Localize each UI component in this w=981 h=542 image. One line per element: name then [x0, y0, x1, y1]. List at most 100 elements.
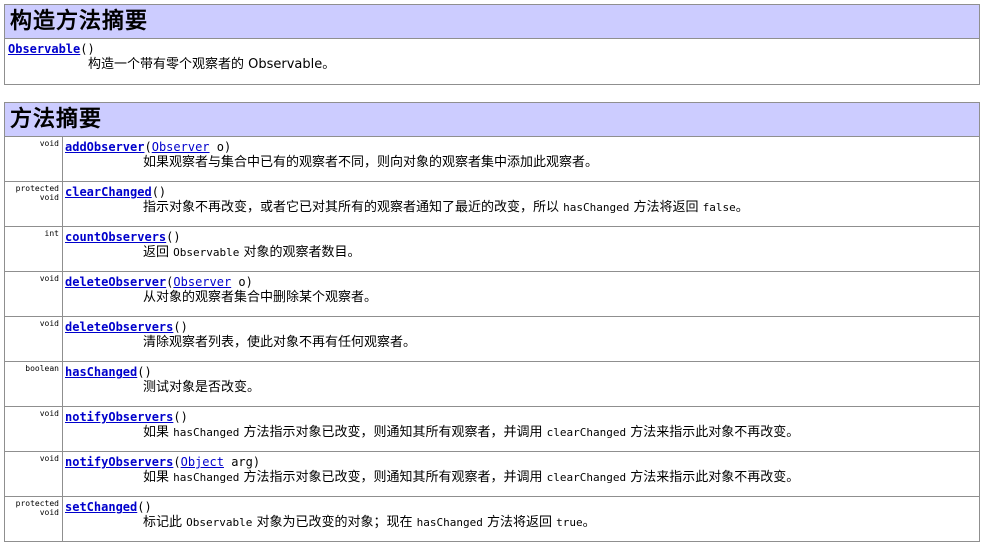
method-description: 测试对象是否改变。: [65, 379, 979, 397]
code-text: false: [702, 201, 736, 214]
modifier-line: int: [44, 229, 59, 238]
method-row: protected void clearChanged() 指示对象不再改变，或者它已…: [4, 181, 980, 227]
method-link-notifyObservers[interactable]: notifyObservers: [65, 410, 173, 424]
method-row: protected void setChanged() 标记此 Observable …: [4, 496, 980, 542]
method-detail: deleteObservers() 清除观察者列表，使此对象不再有任何观察者。: [62, 316, 980, 362]
method-summary-heading: 方法摘要: [4, 102, 980, 137]
method-signature: addObserver(Observer o): [65, 140, 979, 154]
method-modifier: void: [4, 136, 63, 182]
description-text: 如果: [143, 425, 174, 440]
method-link-deleteObserver[interactable]: deleteObserver: [65, 275, 166, 289]
description-text: 如果: [143, 470, 174, 485]
method-detail: clearChanged() 指示对象不再改变，或者它已对其所有的观察者通知了最近…: [62, 181, 980, 227]
code-text: hasChanged: [563, 201, 630, 214]
modifier-line: protected: [15, 184, 59, 193]
method-detail: setChanged() 标记此 Observable 对象为已改变的对象；现在 …: [62, 496, 980, 542]
description-text: 方法来指示此对象不再改变。: [626, 425, 800, 440]
method-modifier: void: [4, 316, 63, 362]
method-link-addObserver[interactable]: addObserver: [65, 140, 144, 154]
code-text: clearChanged: [546, 426, 627, 439]
method-description: 如果观察者与集合中已有的观察者不同，则向对象的观察者集中添加此观察者。: [65, 154, 979, 172]
constructor-summary-heading: 构造方法摘要: [4, 4, 980, 39]
modifier-line: void: [39, 139, 59, 148]
constructor-signature: Observable(): [8, 42, 979, 56]
method-paren: (: [144, 140, 152, 154]
constructor-description: 构造一个带有零个观察者的 Observable。: [88, 57, 336, 72]
method-description: 如果 hasChanged 方法指示对象已改变，则通知其所有观察者，并调用 cl…: [65, 424, 979, 442]
description-text: 方法将返回: [482, 515, 557, 530]
modifier-line: void: [39, 274, 59, 283]
description-text: 对象为已改变的对象；现在: [252, 515, 417, 530]
method-row: void notifyObservers() 如果 hasChanged 方法指示对…: [4, 406, 980, 452]
constructor-params: (): [80, 42, 95, 56]
description-text: 对象的观察者数目。: [239, 245, 361, 260]
description-text: 标记此: [143, 515, 187, 530]
method-paren: (): [173, 320, 188, 334]
method-description: 指示对象不再改变，或者它已对其所有的观察者通知了最近的改变，所以 hasChan…: [65, 199, 979, 217]
description-text: 方法指示对象已改变，则通知其所有观察者，并调用: [239, 470, 547, 485]
method-detail: countObservers() 返回 Observable 对象的观察者数目。: [62, 226, 980, 272]
method-modifier: protected void: [4, 181, 63, 227]
code-text: true: [556, 516, 583, 529]
method-link-clearChanged[interactable]: clearChanged: [65, 185, 152, 199]
description-text: 。: [735, 200, 749, 215]
method-signature: notifyObservers(): [65, 410, 979, 424]
code-text: clearChanged: [546, 471, 627, 484]
method-modifier: protected void: [4, 496, 63, 542]
constructor-row: Observable() 构造一个带有零个观察者的 Observable。: [4, 38, 980, 85]
description-text: 测试对象是否改变。: [143, 380, 261, 395]
modifier-line: void: [39, 193, 59, 202]
method-signature: deleteObserver(Observer o): [65, 275, 979, 289]
method-modifier: void: [4, 271, 63, 317]
method-link-setChanged[interactable]: setChanged: [65, 500, 137, 514]
method-summary-section: 方法摘要 void addObserver(Observer o) 如果观察者与集合…: [4, 102, 980, 542]
param-type-link[interactable]: Observer: [173, 275, 231, 289]
description-text: 方法来指示此对象不再改变。: [626, 470, 800, 485]
method-signature: hasChanged(): [65, 365, 979, 379]
method-paren: (): [137, 500, 152, 514]
modifier-line: void: [39, 409, 59, 418]
param-type-link[interactable]: Observer: [152, 140, 210, 154]
method-description: 从对象的观察者集合中删除某个观察者。: [65, 289, 979, 307]
method-signature: deleteObservers(): [65, 320, 979, 334]
method-description: 返回 Observable 对象的观察者数目。: [65, 244, 979, 262]
param-type-link[interactable]: Object: [181, 455, 224, 469]
method-detail: hasChanged() 测试对象是否改变。: [62, 361, 980, 407]
method-paren: (): [151, 185, 167, 199]
modifier-line: void: [39, 508, 59, 517]
modifier-line: protected: [15, 499, 59, 508]
method-row: void deleteObservers() 清除观察者列表，使此对象不再有任何观察…: [4, 316, 980, 362]
method-paren: (: [173, 455, 181, 469]
param-name: o): [231, 275, 253, 289]
method-link-countObservers[interactable]: countObservers: [65, 230, 166, 244]
modifier-line: void: [39, 319, 59, 328]
description-text: 方法指示对象已改变，则通知其所有观察者，并调用: [239, 425, 547, 440]
description-text: 如果观察者与集合中已有的观察者不同，则向对象的观察者集中添加此观察者。: [143, 155, 599, 170]
description-text: 从对象的观察者集合中删除某个观察者。: [143, 290, 378, 305]
method-link-deleteObservers[interactable]: deleteObservers: [65, 320, 173, 334]
method-row: int countObservers() 返回 Observable 对象的观察者数…: [4, 226, 980, 272]
method-paren: (): [166, 230, 181, 244]
method-link-hasChanged[interactable]: hasChanged: [65, 365, 137, 379]
method-detail: deleteObserver(Observer o) 从对象的观察者集合中删除某个…: [62, 271, 980, 317]
modifier-line: boolean: [25, 364, 59, 373]
code-text: hasChanged: [173, 426, 240, 439]
code-text: Observable: [186, 516, 253, 529]
method-signature: setChanged(): [65, 500, 979, 514]
method-signature: clearChanged(): [65, 185, 979, 199]
method-summary-table: 方法摘要 void addObserver(Observer o) 如果观察者与集合…: [4, 102, 980, 542]
method-modifier: boolean: [4, 361, 63, 407]
constructor-summary-section: 构造方法摘要 Observable() 构造一个带有零个观察者的 Observa…: [4, 4, 980, 85]
method-detail: addObserver(Observer o) 如果观察者与集合中已有的观察者不同…: [62, 136, 980, 182]
description-text: 。: [582, 515, 596, 530]
description-text: 清除观察者列表，使此对象不再有任何观察者。: [143, 335, 417, 350]
method-link-notifyObservers[interactable]: notifyObservers: [65, 455, 173, 469]
method-description: 清除观察者列表，使此对象不再有任何观察者。: [65, 334, 979, 352]
constructor-link[interactable]: Observable: [8, 42, 80, 56]
description-text: 返回: [143, 245, 174, 260]
method-signature: countObservers(): [65, 230, 979, 244]
method-row: boolean hasChanged() 测试对象是否改变。: [4, 361, 980, 407]
modifier-line: void: [39, 454, 59, 463]
code-text: hasChanged: [173, 471, 240, 484]
code-text: Observable: [173, 246, 240, 259]
